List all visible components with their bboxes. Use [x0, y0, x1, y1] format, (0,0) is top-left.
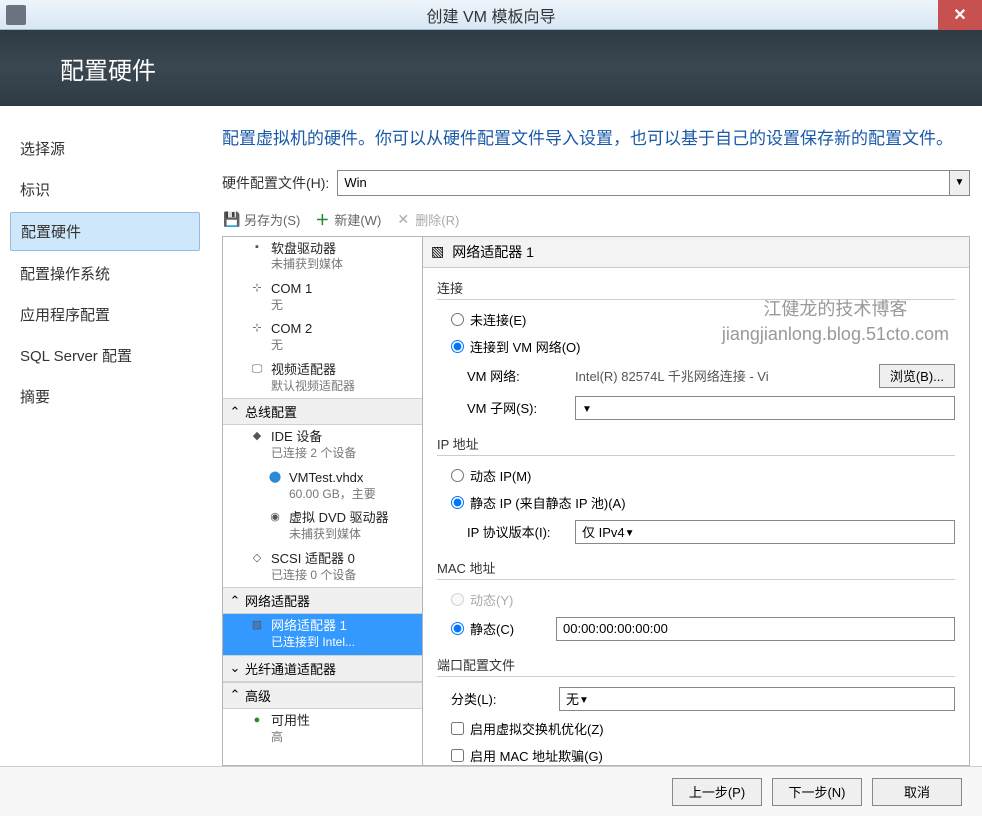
tree-cat-advanced[interactable]: ⌃高级 — [223, 682, 422, 709]
nic-icon: ▧ — [431, 243, 444, 260]
radio-dynamic-ip[interactable] — [451, 469, 464, 482]
monitor-icon: 🖵 — [249, 362, 265, 376]
ide-icon: ◆ — [249, 429, 265, 443]
tree-nic-1[interactable]: ▧网络适配器 1已连接到 Intel... — [223, 614, 422, 654]
step-select-source[interactable]: 选择源 — [10, 130, 200, 167]
close-button[interactable]: ✕ — [938, 0, 982, 30]
classification-combo[interactable]: 无▼ — [559, 687, 955, 711]
dvd-icon: ◉ — [267, 510, 283, 524]
window-title: 创建 VM 模板向导 — [0, 3, 982, 27]
connection-legend: 连接 — [437, 278, 955, 300]
wizard-steps: 选择源 标识 配置硬件 配置操作系统 应用程序配置 SQL Server 配置 … — [0, 106, 210, 766]
mac-address-input[interactable] — [556, 617, 955, 641]
collapse-icon: ⌃ — [229, 593, 241, 609]
radio-dynamic-mac — [451, 593, 464, 606]
com-icon: ⊹ — [249, 281, 265, 295]
delete-icon: ✕ — [395, 212, 411, 228]
next-button[interactable]: 下一步(N) — [772, 778, 862, 806]
nic-icon: ▧ — [249, 618, 265, 632]
vm-subnet-label: VM 子网(S): — [467, 398, 567, 417]
step-app-config[interactable]: 应用程序配置 — [10, 296, 200, 333]
step-configure-hardware[interactable]: 配置硬件 — [10, 212, 200, 251]
detail-panel: ▧ 网络适配器 1 江健龙的技术博客 jiangjianlong.blog.51… — [423, 237, 969, 766]
floppy-icon: ▪ — [249, 241, 265, 255]
port-legend: 端口配置文件 — [437, 655, 955, 677]
tree-cat-network[interactable]: ⌃网络适配器 — [223, 587, 422, 614]
radio-static-mac[interactable] — [451, 622, 464, 635]
chevron-down-icon: ▼ — [949, 171, 969, 195]
hardware-profile-label: 硬件配置文件(H): — [222, 173, 329, 193]
classification-label: 分类(L): — [451, 689, 551, 708]
tree-com2[interactable]: ⊹COM 2无 — [223, 317, 422, 357]
wizard-footer: 上一步(P) 下一步(N) 取消 — [0, 766, 982, 816]
tree-dvd[interactable]: ◉虚拟 DVD 驱动器未捕获到媒体 — [223, 506, 422, 546]
tree-cat-bus[interactable]: ⌃总线配置 — [223, 398, 422, 425]
tree-vhd[interactable]: ⬤VMTest.vhdx60.00 GB，主要 — [223, 466, 422, 506]
tree-com1[interactable]: ⊹COM 1无 — [223, 277, 422, 317]
expand-icon: ⌄ — [229, 660, 241, 676]
tree-scsi[interactable]: ◇SCSI 适配器 0已连接 0 个设备 — [223, 547, 422, 587]
vm-subnet-combo[interactable]: ▼ — [575, 396, 955, 420]
toolbar: 💾另存为(S) ＋新建(W) ✕删除(R) — [222, 206, 970, 234]
step-identity[interactable]: 标识 — [10, 171, 200, 208]
radio-not-connected[interactable] — [451, 313, 464, 326]
chevron-down-icon: ▼ — [582, 400, 592, 415]
page-header: 配置硬件 — [0, 30, 982, 106]
previous-button[interactable]: 上一步(P) — [672, 778, 762, 806]
checkbox-mac-spoof[interactable] — [451, 749, 464, 762]
disk-icon: ⬤ — [267, 470, 283, 484]
collapse-icon: ⌃ — [229, 404, 241, 420]
vm-network-label: VM 网络: — [467, 366, 567, 385]
availability-icon: ● — [249, 713, 265, 727]
ip-legend: IP 地址 — [437, 434, 955, 456]
scsi-icon: ◇ — [249, 551, 265, 565]
delete-button[interactable]: ✕删除(R) — [395, 210, 459, 229]
tree-floppy[interactable]: ▪软盘驱动器未捕获到媒体 — [223, 237, 422, 277]
save-as-button[interactable]: 💾另存为(S) — [224, 210, 300, 229]
collapse-icon: ⌃ — [229, 687, 241, 703]
checkbox-vswitch-opt[interactable] — [451, 722, 464, 735]
instruction-text: 配置虚拟机的硬件。你可以从硬件配置文件导入设置，也可以基于自己的设置保存新的配置… — [222, 126, 970, 152]
titlebar: 创建 VM 模板向导 ✕ — [0, 0, 982, 30]
com-icon: ⊹ — [249, 321, 265, 335]
detail-header: ▧ 网络适配器 1 — [423, 237, 969, 268]
tree-availability[interactable]: ●可用性高 — [223, 709, 422, 749]
hardware-profile-combo[interactable]: Win ▼ — [337, 170, 970, 196]
tree-video[interactable]: 🖵视频适配器默认视频适配器 — [223, 358, 422, 398]
step-summary[interactable]: 摘要 — [10, 378, 200, 415]
tree-cat-fc[interactable]: ⌄光纤通道适配器 — [223, 655, 422, 682]
step-sql-config[interactable]: SQL Server 配置 — [10, 337, 200, 374]
detail-title: 网络适配器 1 — [452, 242, 534, 262]
new-button[interactable]: ＋新建(W) — [314, 210, 381, 229]
close-icon: ✕ — [953, 5, 966, 25]
ip-protocol-combo[interactable]: 仅 IPv4▼ — [575, 520, 955, 544]
save-icon: 💾 — [224, 212, 240, 228]
browse-button[interactable]: 浏览(B)... — [879, 364, 955, 388]
hardware-profile-value: Win — [344, 175, 366, 190]
vm-network-value: Intel(R) 82574L 千兆网络连接 - Vi — [575, 366, 871, 385]
plus-icon: ＋ — [314, 212, 330, 228]
chevron-down-icon: ▼ — [625, 524, 635, 539]
radio-static-ip[interactable] — [451, 496, 464, 509]
hardware-tree[interactable]: ▪软盘驱动器未捕获到媒体 ⊹COM 1无 ⊹COM 2无 🖵视频适配器默认视频适… — [223, 237, 423, 766]
page-title: 配置硬件 — [60, 51, 156, 86]
chevron-down-icon: ▼ — [579, 691, 589, 706]
radio-connected-vm[interactable] — [451, 340, 464, 353]
step-configure-os[interactable]: 配置操作系统 — [10, 255, 200, 292]
ip-protocol-label: IP 协议版本(I): — [467, 522, 567, 541]
tree-ide[interactable]: ◆IDE 设备已连接 2 个设备 — [223, 425, 422, 465]
cancel-button[interactable]: 取消 — [872, 778, 962, 806]
mac-legend: MAC 地址 — [437, 558, 955, 580]
